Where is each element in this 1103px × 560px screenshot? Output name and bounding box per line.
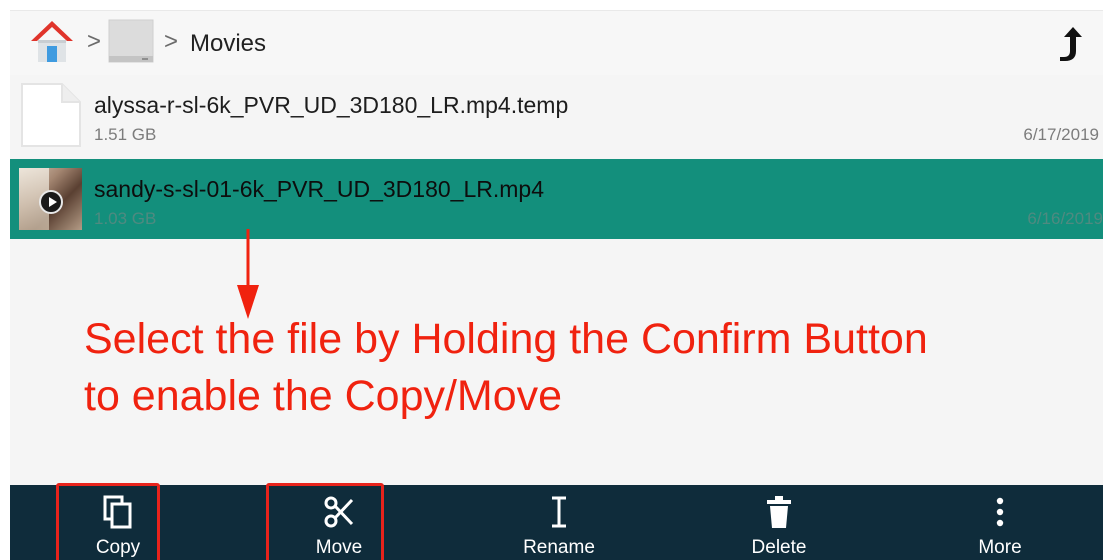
chevron-right-icon: > (164, 28, 179, 55)
video-thumbnail (19, 168, 82, 230)
file-manager-screen: > > Movies alyssa-r-sl-6k_PVR_UD_3D180_L… (10, 10, 1103, 560)
trash-icon (767, 496, 791, 528)
storage-drive-icon[interactable] (108, 18, 154, 66)
document-icon (21, 83, 81, 147)
file-date: 6/16/2019 (1027, 209, 1103, 228)
text-cursor-icon (552, 496, 566, 528)
delete-label: Delete (751, 537, 807, 558)
move-highlight-box (266, 483, 384, 560)
file-name: sandy-s-sl-01-6k_PVR_UD_3D180_LR.mp4 (94, 176, 544, 202)
instruction-annotation: Select the file by Holding the Confirm B… (84, 311, 928, 425)
file-date: 6/17/2019 (1023, 125, 1099, 144)
play-icon (39, 190, 63, 214)
rename-label: Rename (523, 537, 595, 558)
delete-button[interactable]: Delete (724, 485, 834, 560)
breadcrumb: > > Movies (10, 11, 1103, 75)
home-icon[interactable] (29, 19, 75, 65)
file-name: alyssa-r-sl-6k_PVR_UD_3D180_LR.mp4.temp (94, 92, 569, 118)
copy-highlight-box (56, 483, 160, 560)
bottom-toolbar: Copy Move Rename Delete More (10, 483, 1103, 560)
more-button[interactable]: More (945, 485, 1055, 560)
file-row[interactable]: alyssa-r-sl-6k_PVR_UD_3D180_LR.mp4.temp … (10, 75, 1103, 155)
file-row-selected[interactable]: sandy-s-sl-01-6k_PVR_UD_3D180_LR.mp4 1.0… (10, 159, 1103, 239)
file-size: 1.03 GB (94, 209, 157, 228)
annotation-arrow-icon (237, 229, 259, 319)
more-label: More (978, 537, 1022, 558)
file-size: 1.51 GB (94, 125, 157, 144)
chevron-right-icon: > (87, 28, 102, 55)
rename-button[interactable]: Rename (504, 485, 614, 560)
navigate-up-icon[interactable] (1056, 23, 1086, 63)
instruction-line: to enable the Copy/Move (84, 372, 563, 420)
instruction-line: Select the file by Holding the Confirm B… (84, 315, 928, 363)
breadcrumb-current-folder[interactable]: Movies (190, 31, 266, 57)
more-vertical-icon (996, 497, 1004, 527)
